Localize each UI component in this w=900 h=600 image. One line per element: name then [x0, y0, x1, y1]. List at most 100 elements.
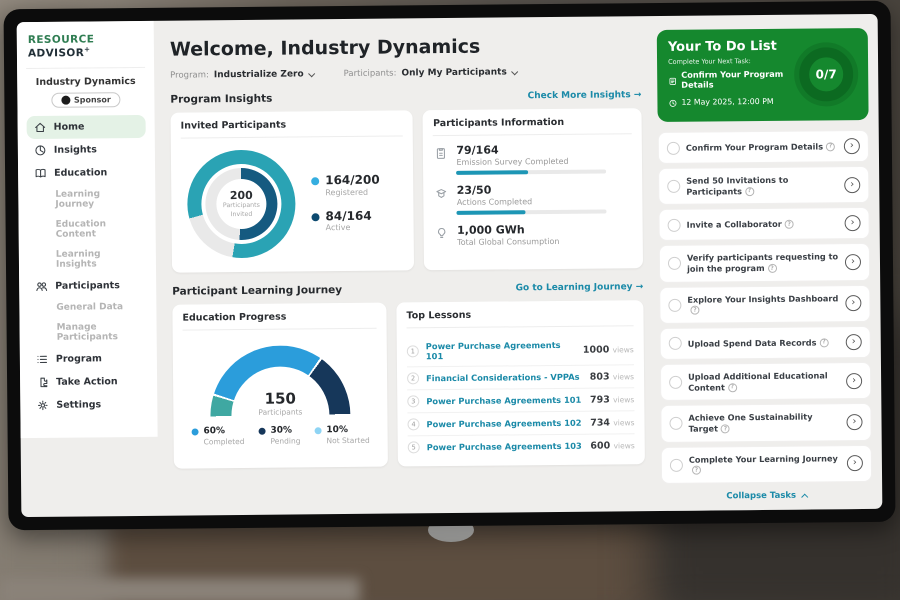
- actions-icon: [434, 186, 449, 215]
- info-icon[interactable]: ?: [728, 383, 737, 392]
- legend-dot-icon: [258, 428, 265, 435]
- insights-icon: [34, 143, 47, 156]
- legend-pct: 10%: [326, 425, 369, 436]
- donut-legend: 164/200 Registered 84/164 Active: [311, 174, 380, 232]
- sponsor-badge[interactable]: Sponsor: [51, 92, 121, 108]
- page-title: Welcome, Industry Dynamics: [170, 34, 641, 61]
- sidebar-item-manage-participants[interactable]: Manage Participants: [28, 316, 147, 347]
- sidebar-item-general-data[interactable]: General Data: [28, 296, 147, 317]
- monitor: RESOURCE ADVISOR+ Industry Dynamics Spon…: [4, 1, 896, 530]
- go-to-learning-journey-link[interactable]: Go to Learning Journey →: [516, 282, 644, 293]
- lesson-title-link[interactable]: Financial Considerations - VPPAs: [426, 372, 583, 384]
- info-icon[interactable]: ?: [690, 306, 699, 315]
- task-checkbox[interactable]: [668, 257, 681, 270]
- task-chevron-button[interactable]: ›: [845, 215, 861, 231]
- sidebar-item-insights[interactable]: Insights: [27, 137, 146, 161]
- sidebar-item-education-content[interactable]: Education Content: [27, 213, 146, 244]
- sidebar-nav: HomeInsightsEducation Learning Journey Edu…: [27, 114, 149, 416]
- learning-cards-row: Education Progress 150 Participants: [172, 300, 645, 469]
- task-chevron-button[interactable]: ›: [847, 455, 863, 471]
- task-chevron-button[interactable]: ›: [845, 254, 861, 270]
- lesson-row: 2 Financial Considerations - VPPAs 803 v…: [407, 365, 634, 390]
- lesson-views: 1000 views: [583, 344, 634, 355]
- program-filter-label: Program:: [170, 70, 209, 80]
- todo-task-row: Confirm Your Program Details? ›: [658, 130, 869, 164]
- main-content: Welcome, Industry Dynamics Program: Indu…: [154, 16, 658, 516]
- task-checkbox[interactable]: [669, 417, 682, 430]
- legend-dot-icon: [314, 427, 321, 434]
- task-checkbox[interactable]: [670, 458, 683, 471]
- sidebar-item-education[interactable]: Education: [27, 160, 146, 184]
- filter-bar: Program: Industrialize Zero Participants…: [170, 66, 641, 81]
- sidebar-item-participants[interactable]: Participants: [28, 273, 147, 297]
- sidebar-item-label: Learning Journey: [55, 188, 139, 209]
- program-filter[interactable]: Program: Industrialize Zero: [170, 69, 314, 80]
- participants-filter[interactable]: Participants: Only My Participants: [344, 67, 517, 79]
- donut-center-value: 200: [230, 189, 253, 202]
- task-checkbox[interactable]: [667, 180, 680, 193]
- task-chevron-button[interactable]: ›: [846, 334, 862, 350]
- gauge-center-value: 150: [210, 389, 350, 408]
- sidebar-item-label: Settings: [56, 399, 101, 410]
- info-icon[interactable]: ?: [692, 466, 701, 475]
- participants-info-row: 79/164 Emission Survey Completed: [433, 142, 632, 175]
- legend-label: Registered: [325, 187, 380, 197]
- task-checkbox[interactable]: [669, 376, 682, 389]
- info-icon[interactable]: ?: [721, 424, 730, 433]
- sidebar-item-home[interactable]: Home: [27, 114, 146, 138]
- todo-task-row: Achieve One Sustainability Target? ›: [660, 403, 871, 442]
- task-label: Confirm Your Program Details?: [686, 141, 838, 153]
- sidebar-item-settings[interactable]: Settings: [29, 392, 148, 416]
- invited-participants-body: 200 Participants Invited 164/200 Registe…: [181, 144, 405, 264]
- legend-pct: 30%: [270, 425, 300, 436]
- task-chevron-button[interactable]: ›: [844, 177, 860, 193]
- info-icon[interactable]: ?: [785, 220, 794, 229]
- invited-participants-donut: 200 Participants Invited: [187, 149, 296, 258]
- info-value: 23/50: [457, 182, 607, 196]
- sidebar-item-take-action[interactable]: Take Action: [29, 369, 148, 393]
- progress-track: [457, 169, 607, 174]
- task-label: Upload Additional Educational Content?: [688, 370, 840, 393]
- lesson-row: 1 Power Purchase Agreements 101 1000 vie…: [407, 334, 634, 367]
- sidebar-item-program[interactable]: Program: [29, 346, 148, 370]
- task-checkbox[interactable]: [667, 141, 680, 154]
- task-chevron-button[interactable]: ›: [846, 373, 862, 389]
- gauge-legend-item: 30% Pending: [258, 425, 300, 445]
- sidebar: RESOURCE ADVISOR+ Industry Dynamics Spon…: [17, 21, 159, 517]
- lesson-views: 734 views: [590, 417, 634, 428]
- task-chevron-button[interactable]: ›: [846, 414, 862, 430]
- education-progress-card: Education Progress 150 Participants: [172, 303, 388, 469]
- lesson-title-link[interactable]: Power Purchase Agreements 103: [427, 441, 584, 453]
- info-label: Actions Completed: [457, 196, 607, 206]
- program-filter-value: Industrialize Zero: [214, 69, 304, 80]
- task-doc-icon: [668, 70, 677, 89]
- sidebar-item-learning-journey[interactable]: Learning Journey: [27, 183, 146, 214]
- info-icon[interactable]: ?: [745, 187, 754, 196]
- lesson-title-link[interactable]: Power Purchase Agreements 101: [426, 340, 576, 361]
- todo-task-row: Upload Additional Educational Content? ›: [660, 362, 871, 401]
- legend-value: 84/164: [325, 209, 371, 223]
- collapse-tasks-link[interactable]: Collapse Tasks: [661, 490, 872, 502]
- sidebar-item-label: Program: [56, 353, 102, 364]
- info-icon[interactable]: ?: [819, 338, 828, 347]
- progress-fill: [457, 170, 529, 175]
- chevron-down-icon: [511, 68, 518, 75]
- lesson-views: 803 views: [590, 371, 634, 382]
- todo-counter: 0/7: [816, 67, 837, 81]
- sidebar-item-learning-insights[interactable]: Learning Insights: [28, 243, 147, 274]
- legend-label: Pending: [270, 436, 300, 445]
- task-checkbox[interactable]: [668, 219, 681, 232]
- todo-summary-card: Your To Do List Complete Your Next Task:…: [657, 28, 869, 122]
- info-icon[interactable]: ?: [768, 264, 777, 273]
- recent-news-card: Recent News: [661, 509, 872, 517]
- task-chevron-button[interactable]: ›: [844, 138, 860, 154]
- task-checkbox[interactable]: [668, 299, 681, 312]
- sidebar-panel: RESOURCE ADVISOR+ Industry Dynamics Spon…: [17, 21, 158, 438]
- task-chevron-button[interactable]: ›: [845, 295, 861, 311]
- task-checkbox[interactable]: [669, 337, 682, 350]
- lesson-title-link[interactable]: Power Purchase Agreements 102: [426, 418, 583, 430]
- participants-filter-label: Participants:: [344, 69, 397, 80]
- check-more-insights-link[interactable]: Check More Insights →: [528, 90, 642, 101]
- info-icon[interactable]: ?: [826, 142, 835, 151]
- lesson-title-link[interactable]: Power Purchase Agreements 101: [426, 395, 583, 407]
